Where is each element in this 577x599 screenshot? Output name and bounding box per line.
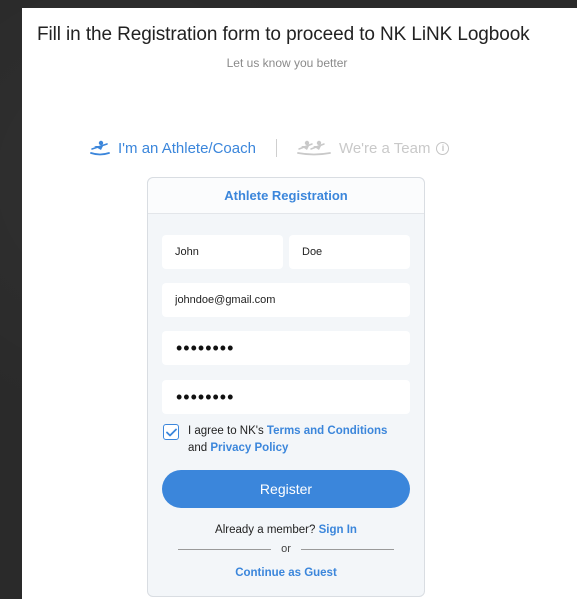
switch-divider: [275, 139, 277, 157]
continue-as-guest-link[interactable]: Continue as Guest: [235, 567, 337, 579]
register-button[interactable]: Register: [162, 470, 410, 508]
card-header: Athlete Registration: [148, 178, 424, 214]
email-input[interactable]: [162, 283, 410, 317]
athlete-registration-card: Athlete Registration •••••••• •••••••• I…: [147, 177, 425, 597]
terms-agreement: I agree to NK's Terms and Conditions and…: [163, 423, 413, 457]
account-type-switch: I'm an Athlete/Coach We're a Team i: [90, 139, 450, 157]
single-rower-icon: [90, 140, 110, 156]
agree-text: I agree to NK's Terms and Conditions and…: [188, 423, 387, 457]
page-subtitle: Let us know you better: [226, 56, 348, 70]
page-title: Fill in the Registration form to proceed…: [37, 24, 530, 45]
privacy-link[interactable]: Privacy Policy: [210, 442, 288, 454]
first-name-input[interactable]: [162, 235, 283, 269]
or-line-right: [300, 548, 394, 550]
or-divider: or: [178, 543, 394, 555]
last-name-input[interactable]: [289, 235, 410, 269]
registration-panel: Fill in the Registration form to proceed…: [22, 8, 577, 599]
already-member: Already a member? Sign In: [148, 524, 424, 536]
terms-link[interactable]: Terms and Conditions: [267, 425, 388, 437]
team-label: We're a Team: [338, 139, 431, 157]
team-rowers-icon: [297, 140, 331, 156]
member-prefix: Already a member?: [215, 524, 319, 536]
agree-prefix: I agree to NK's: [188, 425, 267, 437]
or-label: or: [281, 543, 291, 555]
info-icon[interactable]: i: [436, 141, 450, 155]
agree-checkbox[interactable]: [163, 424, 179, 440]
or-line-left: [178, 548, 272, 550]
password-input[interactable]: ••••••••: [162, 331, 410, 365]
agree-middle: and: [188, 442, 211, 454]
confirm-password-input[interactable]: ••••••••: [162, 380, 410, 414]
athlete-coach-option[interactable]: I'm an Athlete/Coach: [90, 140, 256, 157]
checkmark-icon: [165, 428, 177, 436]
athlete-coach-label: I'm an Athlete/Coach: [118, 139, 256, 157]
guest-row: Continue as Guest: [148, 567, 424, 579]
sign-in-link[interactable]: Sign In: [319, 524, 357, 536]
team-option[interactable]: We're a Team i: [297, 140, 450, 157]
